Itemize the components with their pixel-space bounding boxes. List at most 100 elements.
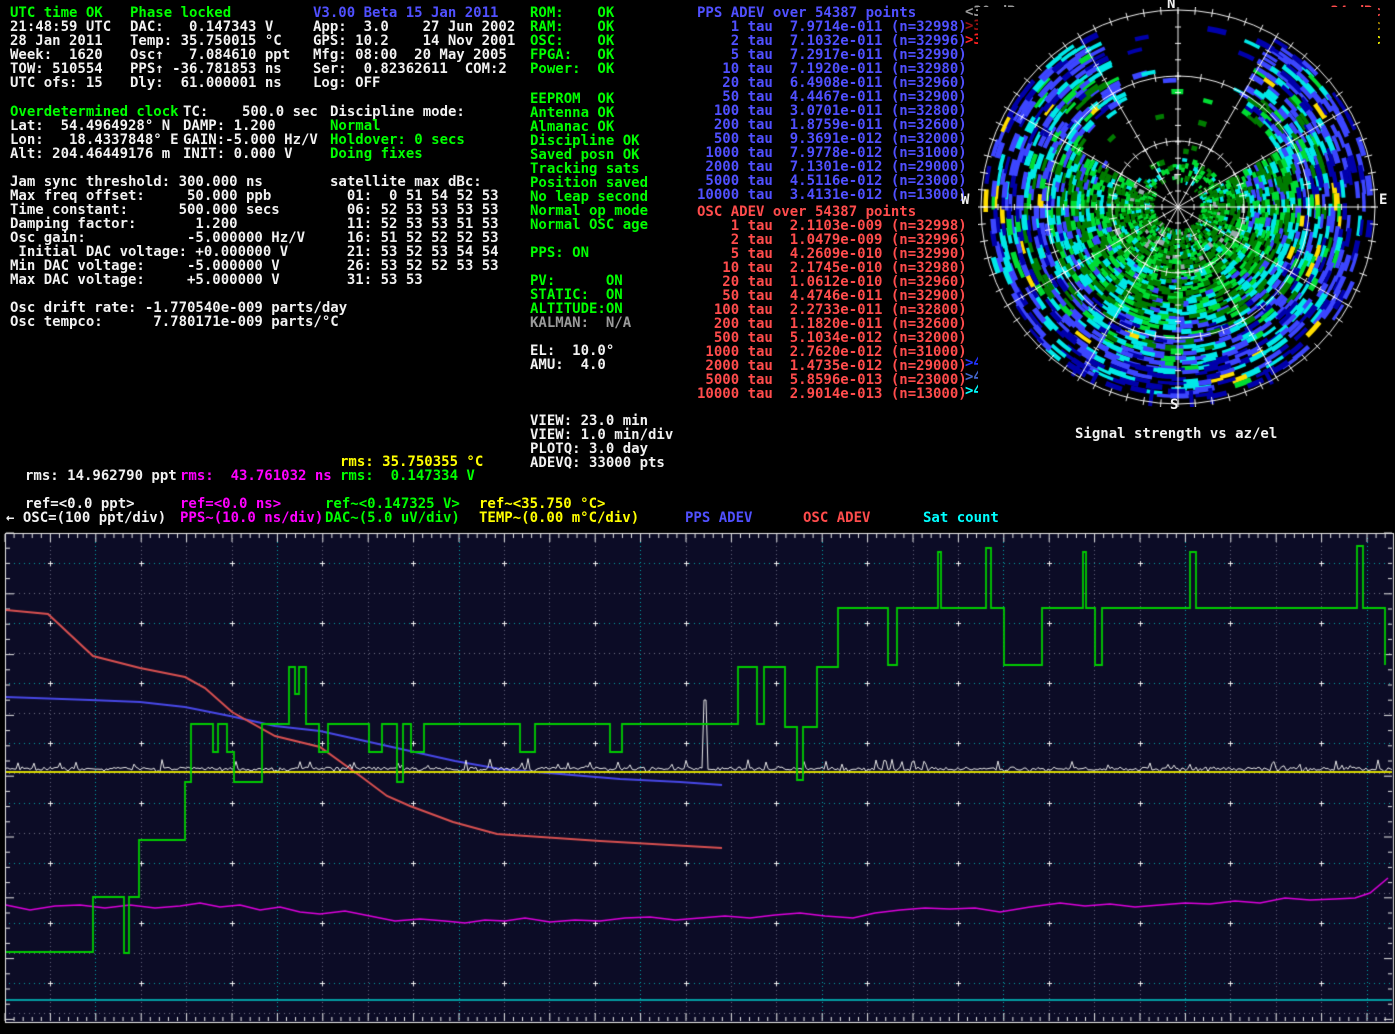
text-line: Osc tempco: 7.780171e-009 parts/°C [10,315,347,329]
text-line: STATIC: ON [530,288,648,302]
text-line: 10 tau 7.1920e-011 (n=32980) [697,62,967,76]
text-line: INIT: 0.000 V [183,147,318,161]
text-line: 2000 tau 7.1301e-012 (n=29000) [697,160,967,174]
label-sat-count: Sat count [923,511,999,525]
text-line: Osc drift rate: -1.770540e-009 parts/day [10,301,347,315]
text-line: 11: 52 53 53 51 53 [330,217,499,231]
text-line: 500 tau 9.3691e-012 (n=32000) [697,132,967,146]
text-line: Antenna OK [530,106,648,120]
text-line: Overdetermined clock [10,105,179,119]
text-line: Temp: 35.750015 °C [130,34,290,48]
text-line: Normal [330,119,465,133]
text-line: TC: 500.0 sec [183,105,318,119]
text-line: ADEVQ: 33000 pts [530,456,673,470]
text-line: Max freq offset: 50.000 ppb [10,189,347,203]
text-line: PPS ADEV over 54387 points [697,6,967,20]
text-line: GPS: 10.2 14 Nov 2001 [313,34,515,48]
compass-w: W [961,193,969,207]
label-pps-adev: PPS ADEV [685,511,752,525]
strip-chart-canvas[interactable] [0,530,1395,1034]
text-line: 1000 tau 2.7620e-012 (n=31000) [697,345,967,359]
text-line: 1 tau 2.1103e-009 (n=32998) [697,219,967,233]
block-satdbc: satellite max dBc: 01: 0 51 54 52 53 06:… [330,175,499,287]
text-line: 5 tau 7.2917e-011 (n=32990) [697,48,967,62]
block-clock: Overdetermined clockLat: 54.4964928° NLo… [10,105,179,161]
text-line: 10000 tau 3.4131e-012 (n=13000) [697,188,967,202]
block-jam: Jam sync threshold: 300.000 nsMax freq o… [10,175,347,329]
text-line: 2 tau 1.0479e-009 (n=32996) [697,233,967,247]
text-line: Week: 1620 [10,48,111,62]
text-line: Discipline OK [530,134,648,148]
text-line: 5000 tau 5.8596e-013 (n=23000) [697,373,967,387]
text-line: EEPROM OK [530,92,648,106]
compass-n: N [1167,0,1175,11]
text-line: 1000 tau 7.9778e-012 (n=31000) [697,146,967,160]
block-utc: UTC time OK21:48:59 UTC28 Jan 2011Week: … [10,6,111,90]
text-line: Time constant: 500.000 secs [10,203,347,217]
text-line: 200 tau 1.8759e-011 (n=32600) [697,118,967,132]
text-line: RAM: OK [530,20,614,34]
label-osc-adev: OSC ADEV [803,511,870,525]
compass-s: S [1170,398,1178,412]
text-line: App: 3.0 27 Jun 2002 [313,20,515,34]
text-line: 2 tau 7.1032e-011 (n=32996) [697,34,967,48]
text-line: Mfg: 08:00 20 May 2005 [313,48,515,62]
text-line: Ser: 0.82362611 COM:2 [313,62,515,76]
text-line: ALTITUDE:ON [530,302,648,316]
text-line: 100 tau 3.0701e-011 (n=32800) [697,104,967,118]
block-adev-pps: PPS ADEV over 54387 points 1 tau 7.9714e… [697,6,967,202]
text-line: Dly: 61.000001 ns [130,76,290,90]
text-line: 06: 52 53 53 53 53 [330,203,499,217]
text-line: Power: OK [530,62,614,76]
text-line: Initial DAC voltage: +0.000000 V [10,245,347,259]
text-line: V3.00 Beta 15 Jan 2011 [313,6,515,20]
text-line: GAIN:-5.000 Hz/V [183,133,318,147]
text-line: 16: 51 52 52 52 53 [330,231,499,245]
text-line: PLOTQ: 3.0 day [530,442,673,456]
block-tc: TC: 500.0 secDAMP: 1.200GAIN:-5.000 Hz/V… [183,105,318,161]
block-discipline: Discipline mode:NormalHoldover: 0 secsDo… [330,105,465,161]
text-line: ROM: OK [530,6,614,20]
text-line: Position saved [530,176,648,190]
rms-dac: rms: 0.147334 V [340,469,475,483]
lady-heather-screen: { "palette": { "white":"#f2f2f2","green"… [0,0,1395,1034]
text-line: Normal op mode [530,204,648,218]
block-version: V3.00 Beta 15 Jan 2011App: 3.0 27 Jun 20… [313,6,515,90]
ref-pps-1: ref=<0.0 ns> [180,497,281,511]
text-line: 21: 53 52 53 54 54 [330,245,499,259]
text-line: OSC: OK [530,34,614,48]
text-line: DAMP: 1.200 [183,119,318,133]
text-line: 1 tau 7.9714e-011 (n=32998) [697,20,967,34]
text-line: 26: 53 52 52 53 53 [330,259,499,273]
text-line: Jam sync threshold: 300.000 ns [10,175,347,189]
text-line: UTC time OK [10,6,111,20]
text-line: satellite max dBc: [330,175,499,189]
text-line [530,232,648,246]
text-line: KALMAN: N/A [530,316,648,330]
rms-temp: rms: 35.750355 °C [340,455,483,469]
block-elamu: EL: 10.0°AMU: 4.0 [530,344,614,372]
text-line: Osc↑ 7.084610 ppt [130,48,290,62]
text-line: 20 tau 1.0612e-010 (n=32960) [697,275,967,289]
text-line: Discipline mode: [330,105,465,119]
text-line [10,287,347,301]
text-line: 01: 0 51 54 52 53 [330,189,499,203]
text-line: Lat: 54.4964928° N [10,119,179,133]
text-line: Almanac OK [530,120,648,134]
ref-osc-2: ← OSC=(100 ppt/div) [6,511,166,525]
ref-dac-1: ref~<0.147325 V> [325,497,460,511]
text-line: 28 Jan 2011 [10,34,111,48]
text-line: AMU: 4.0 [530,358,614,372]
text-line: Doing fixes [330,147,465,161]
text-line: 31: 53 53 [330,273,499,287]
text-line: 21:48:59 UTC [10,20,111,34]
block-status1: ROM: OKRAM: OKOSC: OKFPGA: OKPower: OK [530,6,614,76]
rms-pps: rms: 43.761032 ns [180,469,332,483]
ref-osc-1: ref=<0.0 ppt> [25,497,135,511]
text-line: PV: ON [530,274,648,288]
text-line: 2000 tau 1.4735e-012 (n=29000) [697,359,967,373]
text-line: Alt: 204.46449176 m [10,147,179,161]
text-line: 200 tau 1.1820e-011 (n=32600) [697,317,967,331]
text-line: Normal OSC age [530,218,648,232]
text-line: Phase locked [130,6,290,20]
